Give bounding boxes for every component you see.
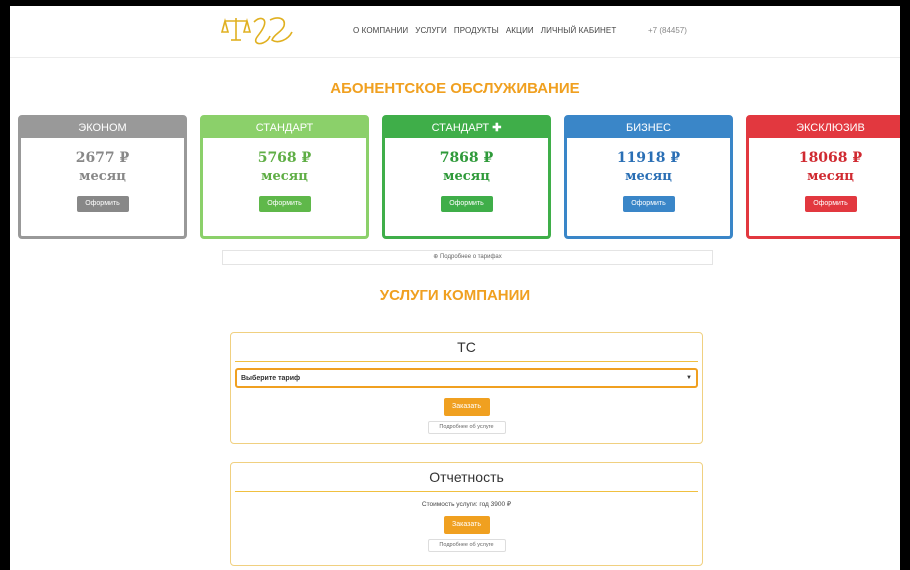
plan-card-standard: СТАНДАРТ 5768 ₽ месяц Оформить: [200, 115, 369, 239]
tariff-select-value: Выберите тариф: [241, 374, 301, 382]
order-button[interactable]: Заказать: [443, 398, 490, 416]
plan-card-business: БИЗНЕС 11918 ₽ месяц Оформить: [564, 115, 733, 239]
plan-card-standard-plus: СТАНДАРТ ✚ 7868 ₽ месяц Оформить: [382, 115, 551, 239]
plan-period: месяц: [443, 169, 490, 184]
plan-period: месяц: [807, 169, 854, 184]
nav-item-about[interactable]: О КОМПАНИИ: [353, 26, 408, 35]
site-header: ДБ О КОМПАНИИ УСЛУГИ ПРОДУКТЫ АКЦИИ ЛИЧН…: [10, 6, 900, 58]
plan-period: месяц: [261, 169, 308, 184]
plan-price: 5768 ₽: [257, 150, 312, 166]
plan-period: месяц: [79, 169, 126, 184]
subscriptions-title: АБОНЕНТСКОЕ ОБСЛУЖИВАНИЕ: [330, 80, 580, 97]
main-nav: О КОМПАНИИ УСЛУГИ ПРОДУКТЫ АКЦИИ ЛИЧНЫЙ …: [353, 26, 616, 35]
nav-item-promotions[interactable]: АКЦИИ: [506, 26, 534, 35]
plus-icon: ✚: [492, 122, 502, 134]
plan-card-econom: ЭКОНОМ 2677 ₽ месяц Оформить: [18, 115, 187, 239]
order-button[interactable]: Заказать: [443, 516, 490, 534]
plan-price: 2677 ₽: [75, 150, 130, 166]
divider: [235, 491, 698, 492]
phone-number[interactable]: +7 (84457): [648, 26, 687, 35]
caret-down-icon: ▼: [686, 375, 692, 381]
logo[interactable]: ДБ: [220, 12, 300, 50]
nav-item-account[interactable]: ЛИЧНЫЙ КАБИНЕТ: [541, 26, 617, 35]
plan-name: СТАНДАРТ: [431, 122, 490, 134]
services-title: УСЛУГИ КОМПАНИИ: [379, 287, 531, 304]
nav-item-services[interactable]: УСЛУГИ: [415, 26, 447, 35]
service-title: ТС: [457, 339, 476, 355]
plan-price: 7868 ₽: [439, 150, 494, 166]
service-card-ts: ТС Выберите тариф ▼ Заказать Подробнее о…: [230, 332, 703, 444]
more-about-service-button[interactable]: Подробнее об услуге: [427, 421, 506, 434]
nav-item-products[interactable]: ПРОДУКТЫ: [454, 26, 499, 35]
plans-row: ЭКОНОМ 2677 ₽ месяц Оформить СТАНДАРТ 57…: [18, 115, 900, 240]
plan-order-button[interactable]: Оформить: [258, 196, 311, 212]
plan-price: 18068 ₽: [798, 150, 863, 166]
tariff-select[interactable]: Выберите тариф ▼: [235, 368, 698, 388]
plan-order-button[interactable]: Оформить: [440, 196, 493, 212]
plan-price: 11918 ₽: [616, 150, 681, 166]
plan-name: СТАНДАРТ: [203, 118, 366, 138]
page: ДБ О КОМПАНИИ УСЛУГИ ПРОДУКТЫ АКЦИИ ЛИЧН…: [10, 6, 900, 570]
divider: [235, 361, 698, 362]
service-title: Отчетность: [429, 469, 504, 485]
more-about-service-button[interactable]: Подробнее об услуге: [427, 539, 506, 552]
service-cost: Стоимость услуги: год 3900 ₽: [421, 501, 512, 508]
plan-name: ЭКОНОМ: [21, 118, 184, 138]
plan-order-button[interactable]: Оформить: [804, 196, 857, 212]
plan-name: ЭКСКЛЮЗИВ: [749, 118, 900, 138]
screenshot-frame-right: [900, 0, 910, 570]
more-about-tariffs-link[interactable]: ⊕ Подробнее о тарифах: [222, 250, 713, 265]
plan-name: БИЗНЕС: [567, 118, 730, 138]
plan-period: месяц: [625, 169, 672, 184]
plan-order-button[interactable]: Оформить: [622, 196, 675, 212]
plan-order-button[interactable]: Оформить: [76, 196, 129, 212]
screenshot-frame-left: [0, 0, 10, 570]
scales-logo-icon: [220, 17, 293, 45]
service-card-reporting: Отчетность Стоимость услуги: год 3900 ₽ …: [230, 462, 703, 566]
plan-header: СТАНДАРТ ✚: [385, 118, 548, 138]
plan-card-exclusive: ЭКСКЛЮЗИВ 18068 ₽ месяц Оформить: [746, 115, 900, 239]
